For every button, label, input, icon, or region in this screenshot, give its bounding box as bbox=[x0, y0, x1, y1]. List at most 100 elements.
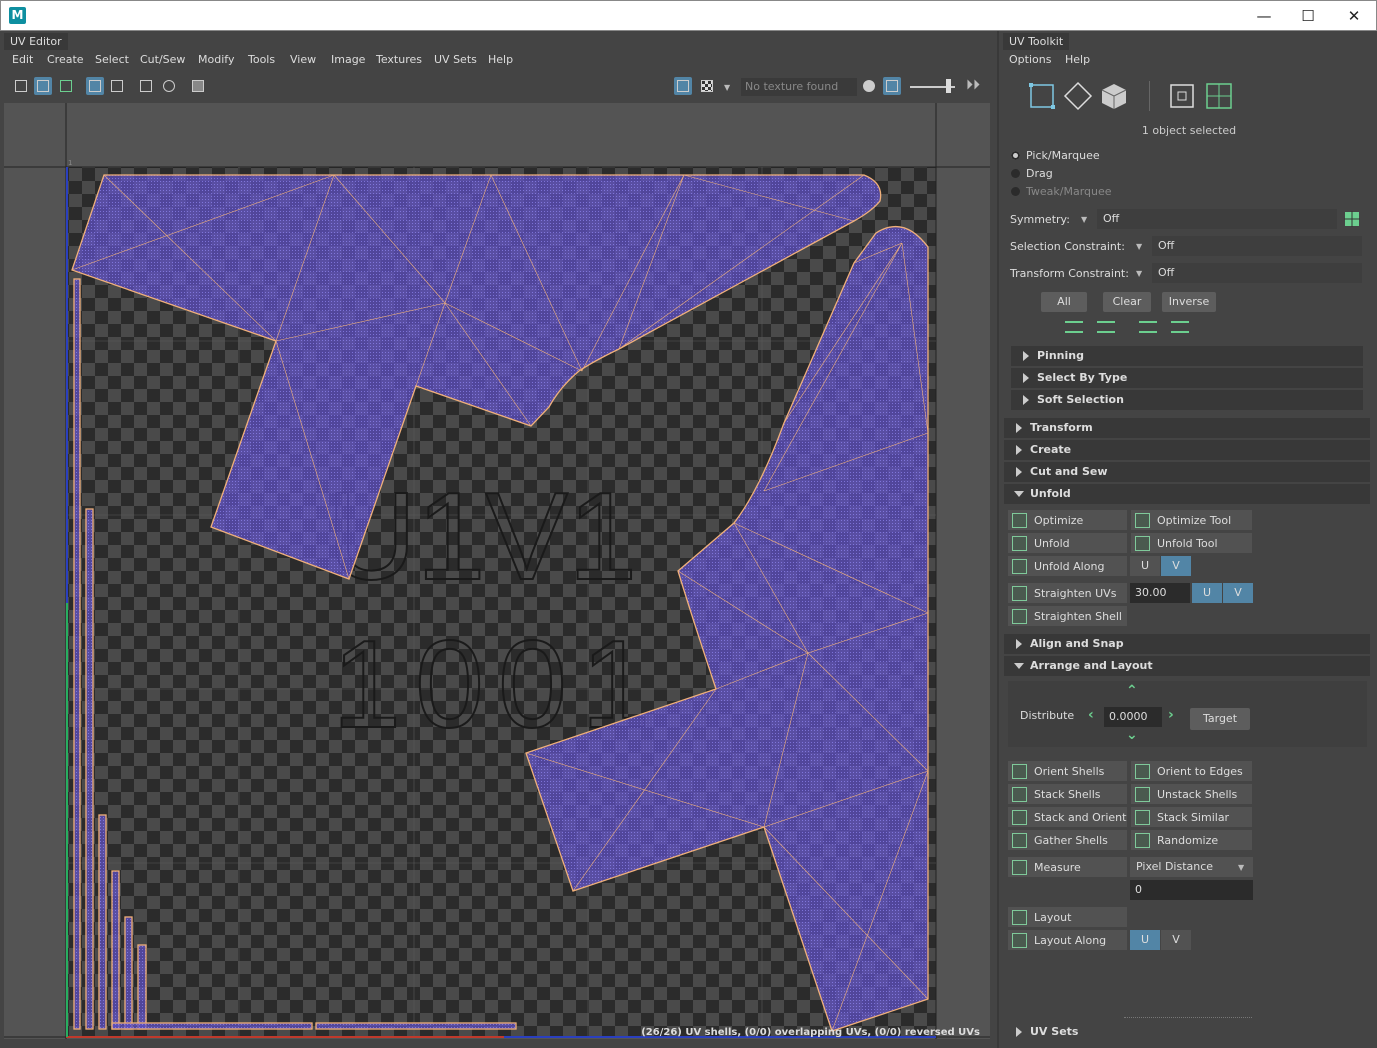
symmetry-dropdown-icon[interactable]: ▼ bbox=[1081, 215, 1087, 224]
pixel-snap-icon[interactable] bbox=[137, 77, 155, 95]
exposure-icon[interactable] bbox=[883, 77, 901, 95]
layout-along-v-toggle[interactable]: V bbox=[1161, 930, 1191, 950]
unfold-tool-button[interactable]: Unfold Tool bbox=[1130, 532, 1253, 554]
texture-field[interactable]: No texture found bbox=[741, 78, 857, 96]
transform-constraint-field[interactable]: Off bbox=[1152, 263, 1362, 283]
menu-textures[interactable]: Textures bbox=[376, 53, 422, 66]
selection-constraint-field[interactable]: Off bbox=[1152, 236, 1362, 256]
tk-menu-help[interactable]: Help bbox=[1065, 53, 1090, 66]
section-arrange-and-layout[interactable]: Arrange and Layout bbox=[1004, 656, 1370, 676]
unfold-button[interactable]: Unfold bbox=[1007, 532, 1128, 554]
uv-shell-strip-bottom-1[interactable] bbox=[111, 1022, 313, 1030]
section-create[interactable]: Create bbox=[1004, 440, 1370, 460]
exposure-slider-handle[interactable] bbox=[946, 79, 951, 93]
uv-grid-icon[interactable] bbox=[108, 77, 126, 95]
grow-selection-icon[interactable] bbox=[1065, 321, 1083, 333]
uv-shell-strip-4[interactable] bbox=[111, 870, 120, 1030]
shell-select-mode-icon[interactable] bbox=[1099, 81, 1129, 111]
uv-shell-strip-6[interactable] bbox=[137, 944, 147, 1030]
layout-along-u-toggle[interactable]: U bbox=[1130, 930, 1160, 950]
edge-select-mode-icon[interactable] bbox=[1063, 81, 1093, 111]
measure-button[interactable]: Measure bbox=[1007, 856, 1128, 878]
menu-uv-sets[interactable]: UV Sets bbox=[434, 53, 477, 66]
distribute-up-icon[interactable]: ⌃ bbox=[1126, 683, 1138, 699]
menu-create[interactable]: Create bbox=[47, 53, 84, 66]
minimize-button[interactable]: — bbox=[1241, 1, 1287, 31]
shrink-selection-icon[interactable] bbox=[1097, 321, 1115, 333]
menu-view[interactable]: View bbox=[290, 53, 316, 66]
menu-image[interactable]: Image bbox=[331, 53, 365, 66]
mode-tweak-marquee[interactable]: Tweak/Marquee bbox=[1011, 185, 1112, 198]
measure-value-field[interactable]: 0 bbox=[1130, 880, 1253, 900]
distribute-target-button[interactable]: Target bbox=[1190, 708, 1250, 730]
grid-toggle-icon[interactable] bbox=[12, 77, 30, 95]
symmetry-toggle-icon[interactable] bbox=[1343, 210, 1361, 228]
select-shell-border-icon[interactable] bbox=[1167, 81, 1197, 111]
uv-shell-strip-2[interactable] bbox=[85, 508, 94, 1030]
section-select-by-type[interactable]: Select By Type bbox=[1011, 368, 1363, 388]
menu-modify[interactable]: Modify bbox=[198, 53, 234, 66]
section-unfold[interactable]: Unfold bbox=[1004, 484, 1370, 504]
menu-edit[interactable]: Edit bbox=[12, 53, 33, 66]
menu-cut-sew[interactable]: Cut/Sew bbox=[140, 53, 185, 66]
inverse-selection-button[interactable]: Inverse bbox=[1162, 292, 1216, 312]
distribute-value-field[interactable]: 0.0000 bbox=[1104, 707, 1162, 727]
stack-shells-button[interactable]: Stack Shells bbox=[1007, 783, 1128, 805]
straighten-angle-field[interactable]: 30.00 bbox=[1130, 583, 1190, 603]
straighten-v-toggle[interactable]: V bbox=[1223, 583, 1253, 603]
distribute-right-icon[interactable]: › bbox=[1168, 707, 1174, 723]
orient-to-edges-button[interactable]: Orient to Edges bbox=[1130, 760, 1253, 782]
uv-shell-strip-bottom-2[interactable] bbox=[315, 1022, 517, 1030]
measure-mode-dropdown[interactable]: Pixel Distance bbox=[1130, 857, 1253, 877]
uv-select-mode-icon[interactable] bbox=[1027, 81, 1057, 111]
layout-along-button[interactable]: Layout Along bbox=[1007, 929, 1128, 951]
select-border-icon[interactable] bbox=[1139, 321, 1157, 333]
section-transform[interactable]: Transform bbox=[1004, 418, 1370, 438]
color-channel-icon[interactable] bbox=[860, 77, 878, 95]
select-all-button[interactable]: All bbox=[1041, 292, 1087, 312]
section-soft-selection[interactable]: Soft Selection bbox=[1011, 390, 1363, 410]
gather-shells-button[interactable]: Gather Shells bbox=[1007, 829, 1128, 851]
uv-shell-strip-1[interactable] bbox=[73, 278, 81, 1030]
distribute-down-icon[interactable]: ⌄ bbox=[1126, 727, 1138, 743]
isolate-icon[interactable] bbox=[160, 77, 178, 95]
uv-shell-strip-3[interactable] bbox=[98, 814, 107, 1030]
shaded-uv-icon[interactable] bbox=[34, 77, 52, 95]
unstack-shells-button[interactable]: Unstack Shells bbox=[1130, 783, 1253, 805]
section-uv-sets[interactable]: UV Sets bbox=[1004, 1022, 1370, 1042]
straighten-u-toggle[interactable]: U bbox=[1192, 583, 1222, 603]
selection-constraint-dropdown-icon[interactable]: ▼ bbox=[1136, 242, 1142, 251]
section-cut-and-sew[interactable]: Cut and Sew bbox=[1004, 462, 1370, 482]
select-loop-icon[interactable] bbox=[1171, 321, 1189, 333]
symmetry-field[interactable]: Off bbox=[1097, 209, 1337, 229]
measure-mode-dropdown-icon[interactable]: ▼ bbox=[1238, 863, 1244, 872]
uv-canvas[interactable]: 1 1 U1V1 1001 (26/26) UV shells, (0/0) o… bbox=[4, 103, 990, 1039]
close-button[interactable]: ✕ bbox=[1331, 1, 1377, 31]
straighten-shell-button[interactable]: Straighten Shell bbox=[1007, 605, 1128, 627]
maximize-button[interactable]: ☐ bbox=[1285, 1, 1331, 31]
distortion-icon[interactable] bbox=[57, 77, 75, 95]
texture-dropdown-icon[interactable]: ▼ bbox=[724, 83, 730, 92]
clear-selection-button[interactable]: Clear bbox=[1103, 292, 1151, 312]
checker-icon[interactable] bbox=[698, 77, 716, 95]
snapshot-icon[interactable] bbox=[189, 77, 207, 95]
distribute-left-icon[interactable]: ‹ bbox=[1088, 707, 1094, 723]
uv-grid-select-icon[interactable] bbox=[1204, 81, 1234, 111]
mode-pick-marquee[interactable]: Pick/Marquee bbox=[1011, 149, 1100, 162]
section-align-and-snap[interactable]: Align and Snap bbox=[1004, 634, 1370, 654]
unfold-along-button[interactable]: Unfold Along bbox=[1007, 555, 1128, 577]
stack-and-orient-button[interactable]: Stack and Orient bbox=[1007, 806, 1128, 828]
stack-similar-button[interactable]: Stack Similar bbox=[1130, 806, 1253, 828]
image-display-icon[interactable] bbox=[674, 77, 692, 95]
menu-tools[interactable]: Tools bbox=[248, 53, 275, 66]
unfold-along-u-toggle[interactable]: U bbox=[1130, 556, 1160, 576]
menu-select[interactable]: Select bbox=[95, 53, 129, 66]
unfold-along-v-toggle[interactable]: V bbox=[1161, 556, 1191, 576]
transform-constraint-dropdown-icon[interactable]: ▼ bbox=[1136, 269, 1142, 278]
uv-viewport[interactable]: 1 1 U1V1 1001 (26/26) UV shells, (0/0) o… bbox=[4, 103, 990, 1039]
uv-editor-tab[interactable]: UV Editor bbox=[4, 33, 68, 50]
tk-menu-options[interactable]: Options bbox=[1009, 53, 1051, 66]
optimize-button[interactable]: Optimize bbox=[1007, 509, 1128, 531]
orient-shells-button[interactable]: Orient Shells bbox=[1007, 760, 1128, 782]
straighten-uvs-button[interactable]: Straighten UVs bbox=[1007, 582, 1128, 604]
